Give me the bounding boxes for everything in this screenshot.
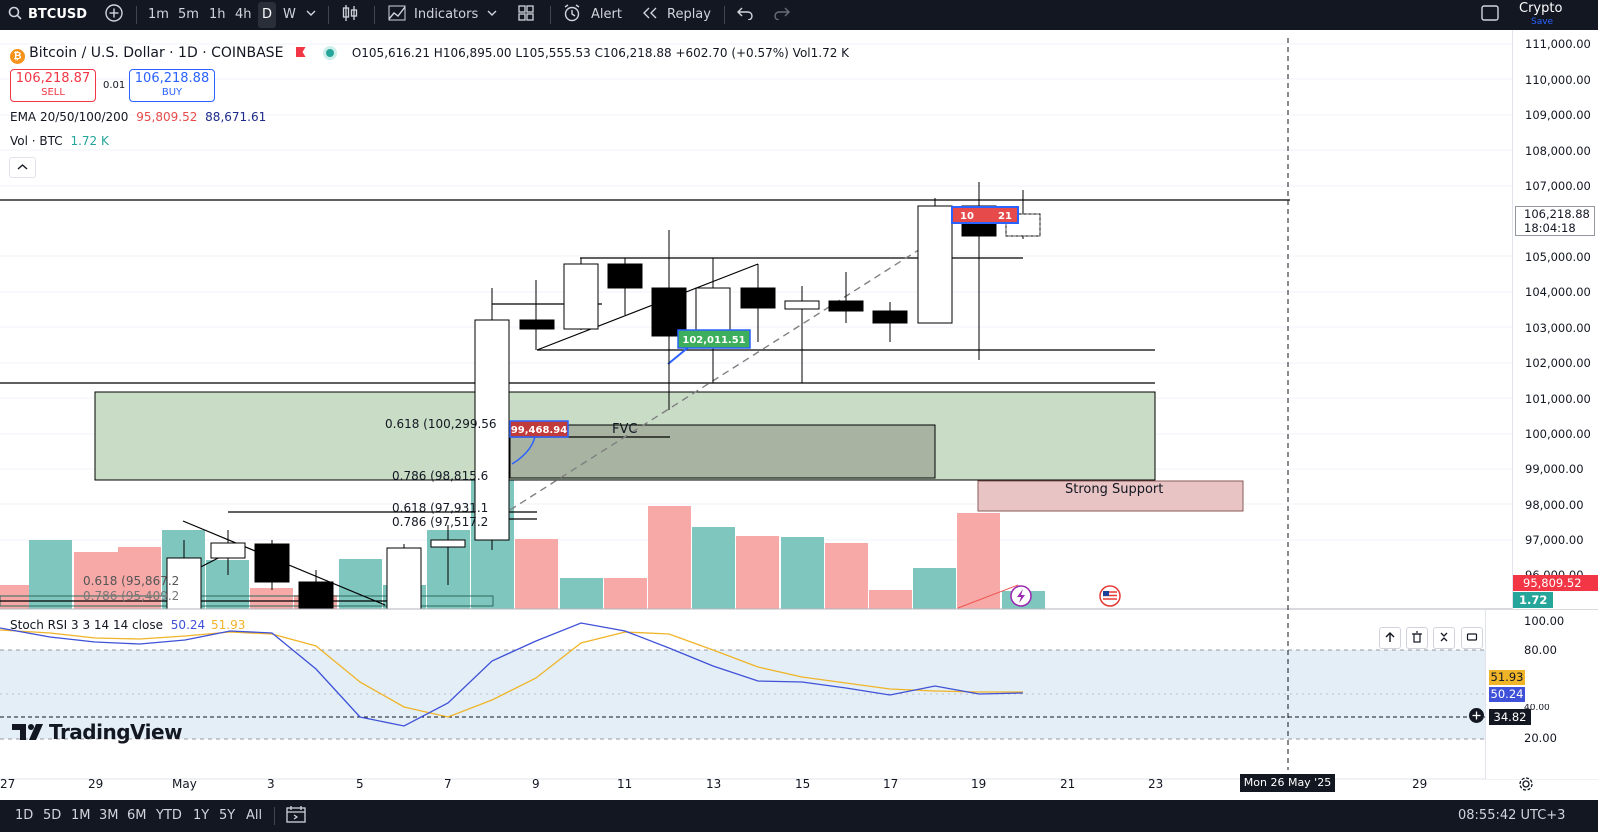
spread-value: 0.01 [103,80,126,91]
indicators-button[interactable]: Indicators [414,0,478,30]
fib-786-mid[interactable]: 0.786 (97,517.2 [392,515,488,529]
add-symbol-icon[interactable] [104,0,124,30]
bitcoin-icon: ₿ [10,49,25,64]
maximize-pane-button[interactable] [1461,627,1483,649]
collapse-pane-button[interactable] [1433,627,1455,649]
collapse-icon [1440,632,1448,642]
arrow-up-icon [1385,632,1395,642]
search-icon[interactable] [8,0,22,30]
settings-gear-icon[interactable] [1518,776,1534,795]
stoch-d-tag: 51.93 [1489,670,1525,685]
replay-button[interactable]: Replay [667,0,711,30]
bottom-toolbar: 1D 5D 1M 3M 6M YTD 1Y 5Y All 08:55:42 UT… [0,800,1598,832]
main-chart[interactable]: 99,468.94 102,011.51 10 21 0.618 (100,29… [0,30,1598,800]
symbol-title[interactable]: Bitcoin / U.S. Dollar · 1D · COINBASE [29,45,283,61]
fib-618-mid[interactable]: 0.618 (97,931.1 [392,501,488,515]
symbol-search-button[interactable]: BTCUSD [28,0,87,30]
fib-786-top[interactable]: 0.786 (98,815.6 [392,469,488,483]
price-label-green[interactable]: 102,011.51 [677,329,751,349]
last-price-tag: 106,218.88 18:04:18 [1515,206,1595,236]
add-level-icon[interactable] [1469,708,1484,723]
crosshair-value-tag: 34.82 [1489,709,1531,725]
tradingview-logo-icon [12,724,43,740]
chevron-up-icon [17,164,28,170]
chevron-down-icon[interactable] [486,0,498,30]
collapse-legend-button[interactable] [9,157,36,178]
market-status-icon[interactable] [325,49,334,57]
interval-5m[interactable]: 5m [178,0,199,30]
volume-legend[interactable]: Vol · BTC 1.72 K [10,134,109,148]
layout-grid-icon[interactable] [518,0,534,30]
account-crypto-label[interactable]: Crypto [1519,2,1562,16]
range-5y[interactable]: 5Y [219,800,235,832]
svg-text:99,468.94: 99,468.94 [511,425,567,436]
clock-timezone[interactable]: 08:55:42 UTC+3 [1458,800,1565,832]
delete-pane-button[interactable] [1406,627,1428,649]
indicators-icon[interactable] [388,0,406,30]
svg-text:10: 10 [960,211,974,222]
range-1d[interactable]: 1D [15,800,33,832]
range-all[interactable]: All [246,800,262,832]
buy-button[interactable]: 106,218.88 BUY [129,69,215,102]
price-label-blue[interactable]: 10 21 [951,206,1019,224]
ema-price-tag: 95,809.52 [1513,575,1598,591]
strong-support-label[interactable]: Strong Support [1065,482,1163,497]
volume-tag: 1.72 K [1513,592,1553,623]
fib-618-top[interactable]: 0.618 (100,299.56 [385,417,497,431]
sell-button[interactable]: 106,218.87 SELL [10,69,96,102]
svg-text:102,011.51: 102,011.51 [682,335,745,346]
fib-618-low[interactable]: 0.618 (95,867.2 [83,574,179,588]
range-3m[interactable]: 3M [99,800,119,832]
svg-text:21: 21 [998,211,1012,222]
fib-786-low[interactable]: 0.786 (95,409.2 [83,589,179,603]
crosshair-date-tag: Mon 26 May '25 [1240,774,1335,792]
price-label-red[interactable]: 99,468.94 [509,420,569,438]
us-flag-icon[interactable] [1099,585,1121,607]
ema-legend[interactable]: EMA 20/50/100/200 95,809.52 88,671.61 [10,110,266,124]
chevron-down-icon[interactable] [305,0,317,30]
top-toolbar: BTCUSD 1m 5m 1h 4h D W Indicators Alert … [0,0,1598,30]
interval-w[interactable]: W [283,0,296,30]
rewind-icon[interactable] [642,0,658,30]
candles-icon[interactable] [342,0,358,30]
ohlc-values: O105,616.21 H106,895.00 L105,555.53 C106… [351,46,850,60]
interval-1m[interactable]: 1m [148,0,169,30]
save-button[interactable]: Save [1531,16,1553,28]
range-1y[interactable]: 1Y [193,800,209,832]
flag-icon [295,47,306,57]
chart-legend: ₿ Bitcoin / U.S. Dollar · 1D · COINBASE … [10,45,849,64]
stoch-k-tag: 50.24 [1489,687,1525,702]
stoch-axis[interactable]: 100.00 80.00 20.00 51.93 50.24 40.00 34.… [1469,610,1598,779]
range-ytd[interactable]: YTD [156,800,182,832]
interval-4h[interactable]: 4h [235,0,252,30]
range-1m[interactable]: 1M [71,800,91,832]
interval-1h[interactable]: 1h [209,0,226,30]
range-6m[interactable]: 6M [127,800,147,832]
time-axis[interactable]: 27 29 May 3 5 7 9 11 13 15 17 19 21 23 2… [0,774,1598,800]
calendar-icon[interactable] [286,800,306,832]
redo-icon[interactable] [774,0,790,30]
stoch-legend[interactable]: Stoch RSI 3 3 14 14 close 50.24 51.93 [10,618,245,632]
fvc-label[interactable]: FVC [612,422,637,437]
move-pane-up-button[interactable] [1379,627,1401,649]
alert-button[interactable]: Alert [591,0,622,30]
alarm-clock-icon[interactable] [563,0,581,30]
undo-icon[interactable] [737,0,753,30]
range-5d[interactable]: 5D [43,800,61,832]
maximize-icon [1466,633,1478,641]
interval-d[interactable]: D [258,2,277,28]
lightning-event-icon[interactable] [1010,585,1032,607]
price-axis[interactable]: 111,000.00 110,000.00 109,000.00 108,000… [1512,30,1598,623]
trash-icon [1412,631,1422,643]
fullscreen-icon[interactable] [1481,0,1499,30]
